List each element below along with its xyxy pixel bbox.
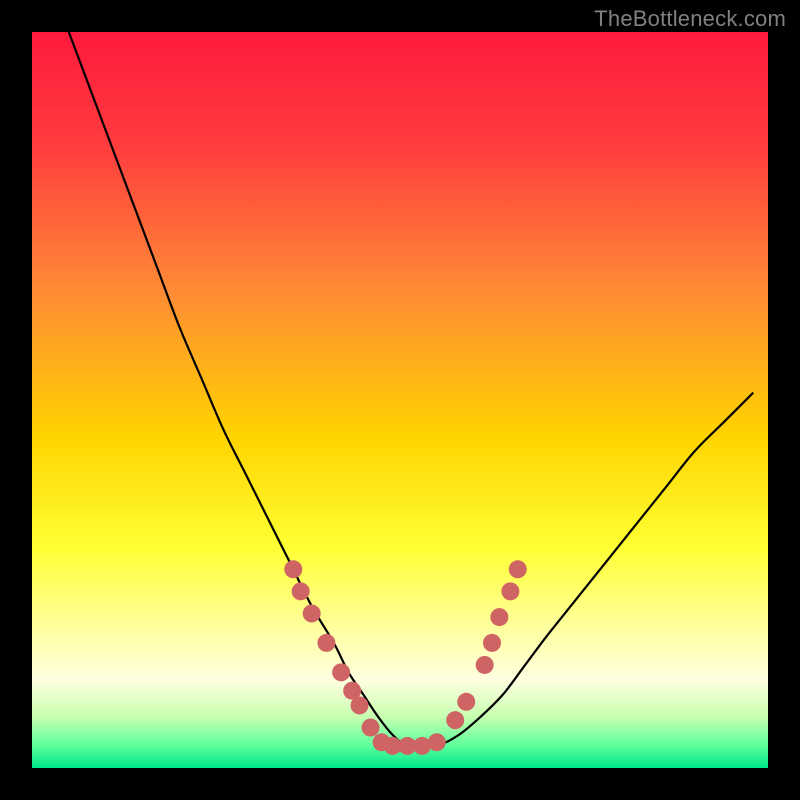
data-marker bbox=[284, 560, 302, 578]
chart-plot bbox=[32, 32, 768, 768]
data-marker bbox=[332, 663, 350, 681]
data-marker bbox=[490, 608, 508, 626]
chart-frame: TheBottleneck.com bbox=[0, 0, 800, 800]
data-marker bbox=[501, 582, 519, 600]
data-marker bbox=[351, 696, 369, 714]
data-marker bbox=[362, 719, 380, 737]
data-marker bbox=[292, 582, 310, 600]
data-marker bbox=[428, 733, 446, 751]
watermark-text: TheBottleneck.com bbox=[594, 6, 786, 32]
data-marker bbox=[457, 693, 475, 711]
data-marker bbox=[476, 656, 494, 674]
data-marker bbox=[446, 711, 464, 729]
data-marker bbox=[483, 634, 501, 652]
data-marker bbox=[317, 634, 335, 652]
chart-background bbox=[32, 32, 768, 768]
data-marker bbox=[303, 604, 321, 622]
data-marker bbox=[509, 560, 527, 578]
